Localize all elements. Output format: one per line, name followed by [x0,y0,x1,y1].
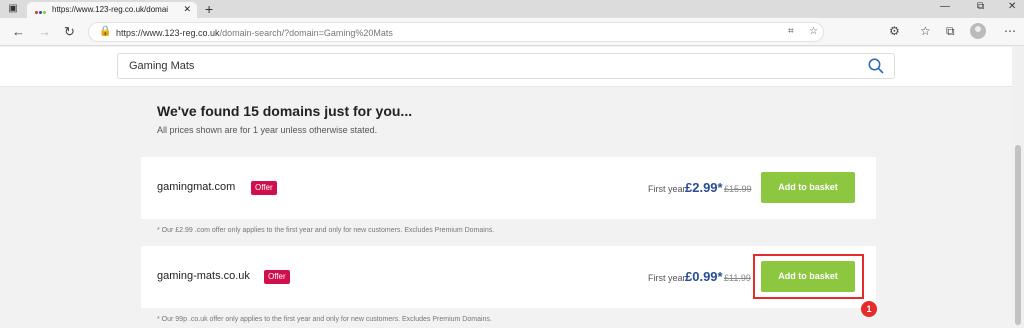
forward-icon[interactable]: → [38,24,51,39]
collections-icon[interactable]: ⧉ [946,24,955,39]
domain-price: £2.99* [685,180,723,195]
close-window-icon[interactable]: ✕ [1008,1,1016,12]
favorite-star-icon[interactable]: ☆ [809,26,818,37]
results-heading: We've found 15 domains just for you... [157,103,413,119]
page-scrollbar[interactable] [1012,47,1024,328]
address-bar[interactable]: 🔒 https://www.123-reg.co.uk/domain-searc… [88,22,824,42]
domain-name[interactable]: gaming-mats.co.uk [157,270,250,282]
search-value[interactable]: Gaming Mats [129,60,194,72]
browser-tabbar: ▣ https://www.123-reg.co.uk/domai ✕ + — … [0,0,1024,18]
domain-name[interactable]: gamingmat.com [157,181,235,193]
restore-icon[interactable]: ⧉ [977,1,984,12]
favorites-icon[interactable]: ☆ [920,24,931,38]
offer-badge: Offer [251,181,277,195]
domain-price: £0.99* [685,269,723,284]
domain-result-card: gamingmat.com Offer First year £2.99* £1… [141,157,876,219]
first-year-label: First year [648,184,686,194]
tab-actions-icon[interactable]: ▣ [6,2,20,16]
new-tab-icon[interactable]: + [205,1,213,17]
first-year-label: First year [648,273,686,283]
old-price: £15.99 [724,184,752,194]
profile-avatar[interactable] [970,23,986,39]
add-to-basket-button[interactable]: Add to basket [761,172,855,203]
url-text[interactable]: https://www.123-reg.co.uk/domain-search/… [116,28,393,38]
domain-search-input[interactable]: Gaming Mats [117,53,895,79]
scrollbar-thumb[interactable] [1015,145,1021,325]
search-icon[interactable] [867,57,885,75]
offer-note: * Our 99p .co.uk offer only applies to t… [157,316,492,323]
close-tab-icon[interactable]: ✕ [183,4,191,15]
qr-code-icon[interactable]: ⌗ [788,26,794,37]
search-header: Gaming Mats [0,47,1012,87]
refresh-icon[interactable]: ↻ [64,24,75,40]
old-price: £11.99 [724,273,751,283]
more-menu-icon[interactable]: ⋯ [1004,24,1016,38]
highlight-box [753,254,864,299]
browser-toolbar: ← → ↻ 🔒 https://www.123-reg.co.uk/domain… [0,18,1024,46]
lock-icon[interactable]: 🔒 [99,26,111,37]
step-marker: 1 [861,301,877,317]
browser-tab[interactable]: https://www.123-reg.co.uk/domai ✕ [27,2,197,18]
extensions-icon[interactable]: ⚙ [889,24,900,38]
tab-title: https://www.123-reg.co.uk/domai [52,5,169,14]
back-icon[interactable]: ← [12,24,25,39]
minimize-icon[interactable]: — [940,1,950,12]
results-subheading: All prices shown are for 1 year unless o… [157,125,378,135]
favicon-icon [35,7,47,14]
offer-note: * Our £2.99 .com offer only applies to t… [157,227,495,234]
offer-badge: Offer [264,270,290,284]
